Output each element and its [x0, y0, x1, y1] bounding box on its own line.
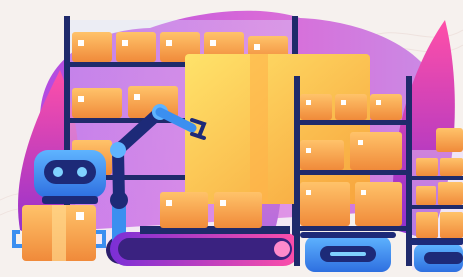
cardboard-box-icon: [185, 54, 370, 204]
cardboard-box-icon: [214, 192, 262, 228]
cardboard-box-icon: [160, 192, 208, 228]
illustration-canvas: [0, 0, 463, 277]
delivery-robot-icon: [300, 232, 396, 272]
warehouse-automation-illustration: [0, 0, 463, 277]
delivery-robot-icon: [410, 240, 463, 272]
